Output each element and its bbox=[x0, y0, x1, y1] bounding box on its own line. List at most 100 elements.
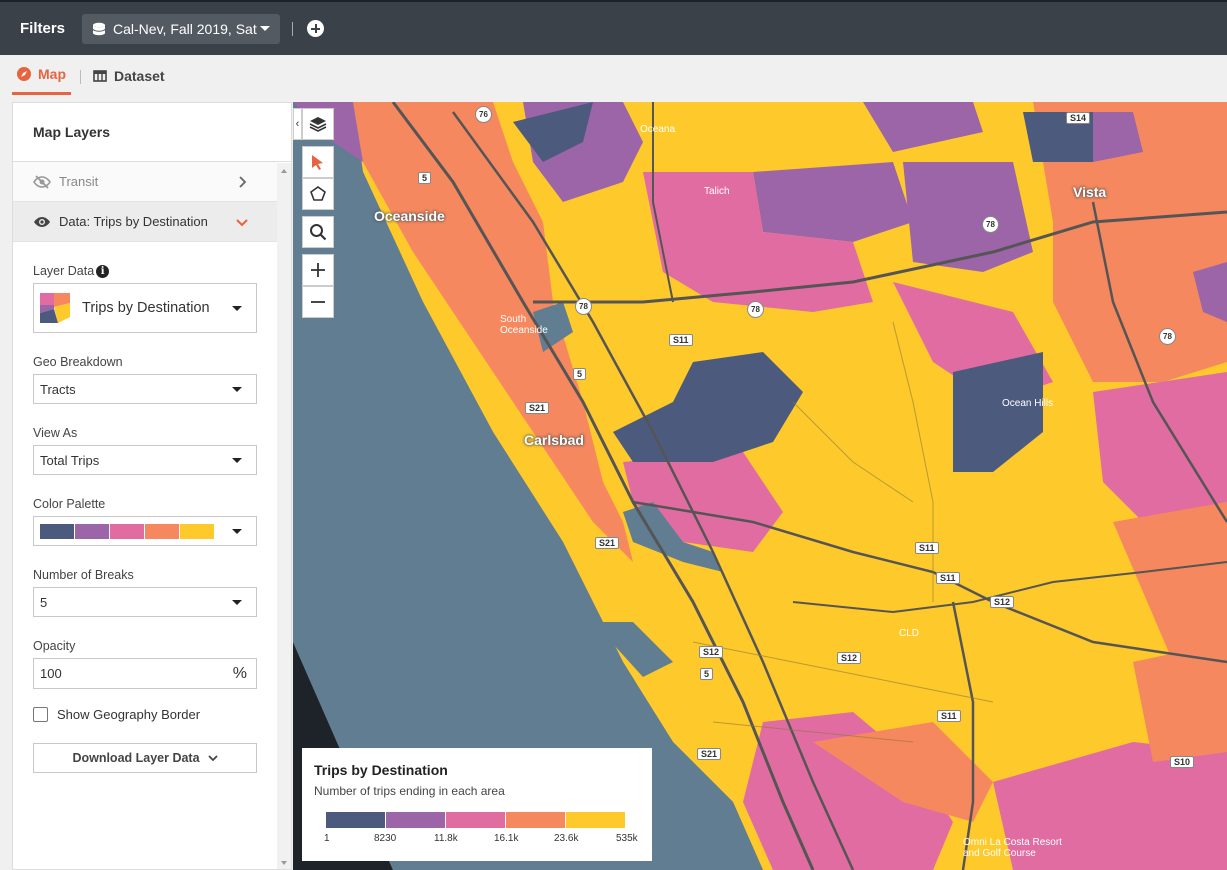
breaks-value: 5 bbox=[40, 594, 48, 610]
tab-dataset-label: Dataset bbox=[114, 67, 165, 84]
place-label-ocean-hills: Ocean Hills bbox=[1002, 398, 1054, 409]
layer-data-label-text: Layer Data bbox=[33, 264, 95, 278]
geography-border-checkbox[interactable] bbox=[33, 707, 48, 722]
add-filter-button[interactable] bbox=[307, 20, 325, 37]
legend-tick: 16.1k bbox=[494, 833, 519, 844]
place-label-south-oceanside: South Oceanside bbox=[500, 314, 548, 336]
legend-tick: 8230 bbox=[374, 833, 397, 844]
panel-title: Map Layers bbox=[13, 103, 291, 162]
layers-button[interactable] bbox=[302, 108, 334, 140]
legend-ticks: 1 8230 11.8k 16.1k 23.6k 535k bbox=[324, 833, 640, 845]
polygon-tool-button[interactable] bbox=[302, 178, 334, 210]
divider bbox=[80, 70, 81, 84]
layer-row-transit[interactable]: Transit bbox=[13, 162, 277, 202]
place-label-omni: Omni La Costa Resort and Golf Course bbox=[963, 837, 1062, 859]
map-canvas[interactable]: Oceanside Carlsbad Vista Oceana Talich S… bbox=[293, 102, 1227, 870]
dataset-select[interactable]: Cal-Nev, Fall 2019, Sat bbox=[82, 13, 281, 44]
palette-swatch bbox=[40, 523, 75, 539]
legend-tick: 535k bbox=[616, 833, 638, 844]
route-shield: S12 bbox=[990, 596, 1015, 608]
geo-breakdown-select[interactable]: Tracts bbox=[33, 374, 257, 404]
chevron-down-icon bbox=[232, 599, 242, 605]
search-icon bbox=[310, 224, 327, 241]
eye-slash-icon[interactable] bbox=[33, 174, 51, 189]
layer-settings-form: Layer Data i Trips by Destination Geo Br… bbox=[13, 242, 277, 773]
chevron-down-icon bbox=[232, 386, 242, 392]
route-shield: S14 bbox=[1066, 112, 1091, 124]
collapse-sidebar-button[interactable]: ‹ bbox=[293, 108, 302, 140]
plus-icon bbox=[311, 263, 325, 277]
route-shield: 5 bbox=[573, 368, 587, 380]
route-shield: 78 bbox=[982, 216, 999, 233]
layer-data-select[interactable]: Trips by Destination bbox=[33, 283, 257, 333]
color-palette-select[interactable] bbox=[33, 516, 257, 546]
route-shield: S12 bbox=[699, 646, 724, 658]
place-label-carlsbad: Carlsbad bbox=[524, 432, 584, 448]
route-shield: S12 bbox=[837, 652, 862, 664]
geo-breakdown-label: Geo Breakdown bbox=[33, 355, 123, 369]
compass-icon bbox=[17, 66, 31, 81]
route-shield: S11 bbox=[937, 710, 961, 722]
choropleth-icon bbox=[40, 293, 70, 323]
layers-icon bbox=[309, 117, 327, 132]
geography-border-label: Show Geography Border bbox=[57, 707, 201, 722]
legend-swatch bbox=[446, 812, 506, 828]
place-label-oceana: Oceana bbox=[640, 124, 676, 135]
breaks-label: Number of Breaks bbox=[33, 568, 134, 582]
route-shield: 78 bbox=[1159, 328, 1176, 345]
eye-icon[interactable] bbox=[33, 215, 51, 229]
scrollbar[interactable] bbox=[277, 163, 291, 869]
view-as-select[interactable]: Total Trips bbox=[33, 445, 257, 475]
opacity-label: Opacity bbox=[33, 639, 76, 653]
layer-label: Data: Trips by Destination bbox=[59, 214, 208, 229]
tab-map-label: Map bbox=[38, 65, 66, 82]
legend-swatch bbox=[326, 812, 386, 828]
zoom-in-button[interactable] bbox=[302, 254, 334, 286]
download-layer-data-button[interactable]: Download Layer Data bbox=[33, 743, 257, 773]
chevron-down-icon bbox=[232, 457, 242, 463]
breaks-select[interactable]: 5 bbox=[33, 587, 257, 617]
place-label-oceanside: Oceanside bbox=[374, 208, 445, 224]
legend-subtitle: Number of trips ending in each area bbox=[314, 784, 505, 798]
route-shield: S11 bbox=[936, 572, 960, 584]
route-shield: S11 bbox=[669, 334, 693, 346]
info-icon[interactable]: i bbox=[96, 264, 110, 278]
legend-tick: 1 bbox=[324, 833, 330, 844]
chevron-down-icon bbox=[236, 218, 248, 226]
scroll-up-icon[interactable] bbox=[281, 169, 287, 173]
download-label: Download Layer Data bbox=[72, 751, 200, 765]
view-tabs: Map Dataset bbox=[0, 55, 1227, 102]
palette-swatch bbox=[75, 523, 110, 539]
tab-map[interactable]: Map bbox=[12, 55, 71, 95]
tab-dataset[interactable]: Dataset bbox=[93, 55, 165, 96]
chevron-down-icon bbox=[232, 528, 242, 534]
route-shield: S21 bbox=[697, 748, 722, 760]
view-as-value: Total Trips bbox=[40, 452, 100, 468]
legend-title: Trips by Destination bbox=[314, 762, 448, 778]
view-as-label: View As bbox=[33, 426, 78, 440]
scroll-down-icon[interactable] bbox=[281, 861, 287, 865]
palette-swatch bbox=[145, 523, 180, 539]
route-shield: 5 bbox=[418, 172, 432, 184]
database-icon bbox=[92, 22, 106, 35]
select-tool-button[interactable] bbox=[302, 146, 334, 178]
percent-unit: % bbox=[232, 664, 247, 682]
map-toolbar bbox=[302, 108, 334, 318]
layer-data-value: Trips by Destination bbox=[82, 300, 210, 316]
opacity-value: 100 bbox=[40, 666, 62, 681]
route-shield: 78 bbox=[747, 301, 764, 318]
layer-row-trips-by-destination[interactable]: Data: Trips by Destination bbox=[13, 202, 277, 242]
geography-border-option[interactable]: Show Geography Border bbox=[33, 707, 257, 722]
opacity-input[interactable]: 100 % bbox=[33, 658, 257, 689]
zoom-out-button[interactable] bbox=[302, 286, 334, 318]
palette-swatch bbox=[110, 523, 145, 539]
legend-swatch bbox=[386, 812, 446, 828]
chevron-down-icon bbox=[232, 305, 242, 311]
legend-tick: 23.6k bbox=[554, 833, 579, 844]
route-shield: 5 bbox=[700, 668, 714, 680]
palette-swatches bbox=[40, 523, 215, 539]
search-button[interactable] bbox=[302, 216, 334, 248]
chevron-right-icon bbox=[239, 175, 247, 188]
route-shield: 76 bbox=[475, 106, 492, 123]
place-label-vista: Vista bbox=[1073, 184, 1107, 200]
